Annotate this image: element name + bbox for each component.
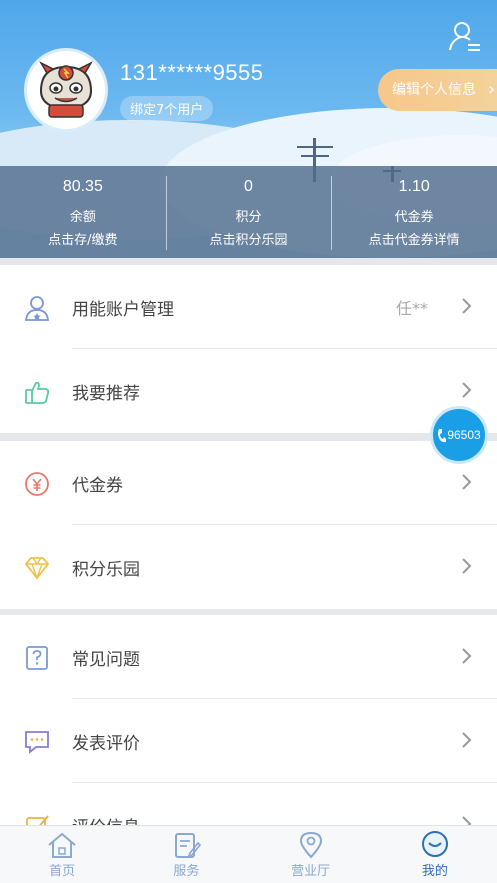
tab-branch[interactable]: 营业厅 [249, 826, 373, 883]
menu-label: 代金券 [72, 476, 123, 496]
location-icon [299, 831, 322, 859]
profile-icon [421, 831, 448, 857]
tab-label: 首页 [49, 864, 76, 879]
points-value: 0 [244, 178, 253, 195]
bind-users-badge[interactable]: 绑定7个用户 [120, 96, 214, 121]
bottom-tab-bar: 首页 服务 营业厅 我的 [0, 825, 497, 883]
tab-home[interactable]: 首页 [0, 826, 124, 883]
tab-label: 我的 [421, 864, 448, 879]
voucher-icon [25, 472, 49, 496]
chevron-right-icon [462, 816, 472, 825]
menu-item-review-info[interactable]: 评价信息 [0, 783, 497, 825]
voucher-action: 点击代金券详情 [368, 233, 460, 248]
menu-item-post-review[interactable]: 发表评价 [0, 699, 497, 783]
voucher-value: 1.10 [398, 178, 430, 195]
chevron-right-icon [462, 382, 472, 398]
diamond-icon [24, 557, 50, 581]
menu-group-rewards: 代金券 积分乐园 [0, 441, 497, 609]
menu-label: 常见问题 [72, 650, 140, 670]
points-label: 积分 [235, 210, 262, 225]
chevron-right-icon [462, 732, 472, 748]
menu-label: 评价信息 [72, 813, 140, 825]
comment-icon [25, 731, 49, 754]
edit-profile-button[interactable]: 编辑个人信息 › [378, 69, 497, 111]
review-icon [26, 815, 49, 825]
phone-number: 131******9555 [120, 60, 264, 85]
menu-label: 发表评价 [72, 734, 140, 754]
tab-label: 服务 [173, 864, 200, 879]
balance-stat[interactable]: 80.35 余额 点击存/缴费 [0, 166, 166, 258]
hotline-call-button[interactable]: 96503 [430, 406, 488, 464]
points-action: 点击积分乐园 [209, 233, 288, 248]
account-holder-value: 任** [396, 299, 429, 318]
user-account-icon [25, 296, 49, 321]
menu-label: 积分乐园 [72, 560, 140, 580]
voucher-label: 代金券 [394, 210, 434, 225]
tab-label: 营业厅 [291, 864, 331, 879]
chevron-right-icon [462, 298, 472, 314]
phone-icon [438, 428, 447, 442]
menu-item-recommend[interactable]: 我要推荐 [0, 349, 497, 433]
points-stat[interactable]: 0 积分 点击积分乐园 [165, 166, 332, 258]
tab-service[interactable]: 服务 [124, 826, 248, 883]
voucher-stat[interactable]: 1.10 代金券 点击代金券详情 [331, 166, 497, 258]
thumbs-up-icon [25, 381, 50, 404]
menu-item-account-management[interactable]: 用能账户管理 任** [0, 265, 497, 349]
menu-item-points-park[interactable]: 积分乐园 [0, 525, 497, 609]
chevron-right-icon [462, 648, 472, 664]
account-stats: 80.35 余额 点击存/缴费 0 积分 点击积分乐园 1.10 代金券 点击代… [0, 166, 497, 258]
question-icon [26, 646, 48, 670]
chevron-right-icon [462, 558, 472, 574]
menu-group-account: 用能账户管理 任** 我要推荐 [0, 265, 497, 433]
menu-item-faq[interactable]: 常见问题 [0, 615, 497, 699]
balance-action: 点击存/缴费 [48, 233, 118, 248]
chevron-right-icon [462, 474, 472, 490]
menu-group-support: 常见问题 发表评价 评价信息 [0, 615, 497, 825]
menu-label: 用能账户管理 [72, 300, 174, 320]
tab-profile[interactable]: 我的 [373, 826, 497, 883]
edit-profile-label: 编辑个人信息 [392, 82, 476, 98]
chevron-right-icon: › [488, 79, 496, 100]
service-icon [175, 833, 202, 858]
hotline-number: 96503 [447, 428, 481, 442]
home-icon [48, 832, 76, 858]
avatar[interactable] [24, 48, 108, 132]
menu-item-voucher[interactable]: 代金券 [0, 441, 497, 525]
balance-label: 余额 [69, 210, 96, 225]
menu-label: 我要推荐 [72, 384, 140, 404]
profile-header: 131******9555 绑定7个用户 编辑个人信息 › 80.35 余额 点… [0, 0, 497, 258]
user-settings-icon[interactable] [448, 20, 482, 54]
balance-value: 80.35 [62, 178, 103, 195]
